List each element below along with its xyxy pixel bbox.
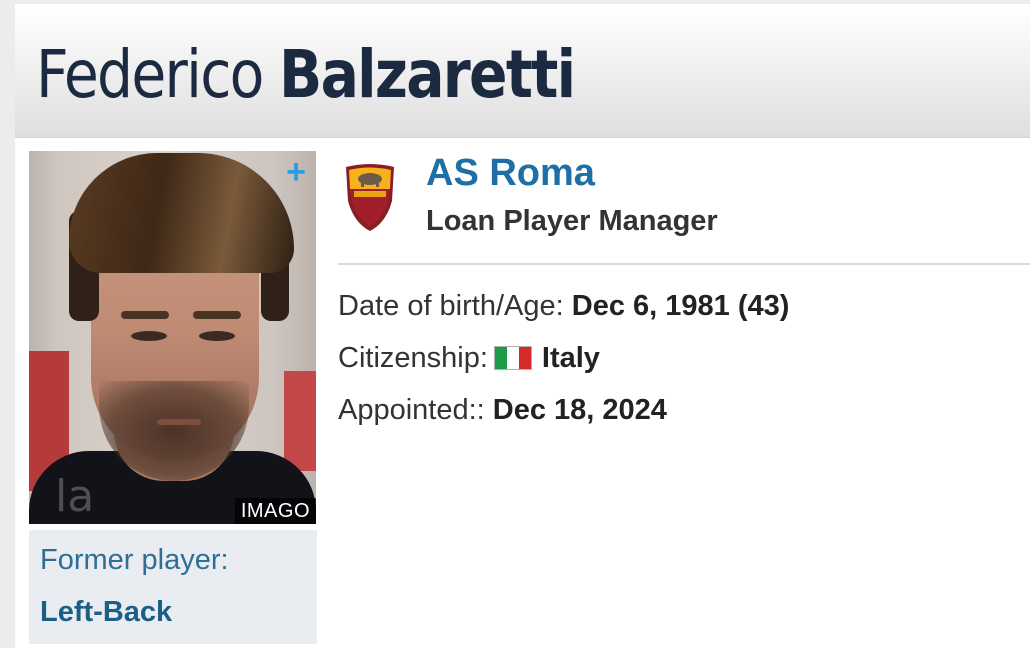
dob-row: Date of birth/Age: Dec 6, 1981 (43)	[338, 290, 789, 323]
citizenship-value: Italy	[541, 342, 600, 374]
citizenship-label: Citizenship:	[338, 342, 488, 374]
citizenship-row: Citizenship: Italy	[338, 342, 600, 375]
dob-value: Dec 6, 1981 (43)	[571, 290, 790, 322]
former-role-label: Former player:	[40, 544, 229, 576]
last-name: Balzaretti	[279, 36, 576, 113]
photo-background-right	[284, 371, 316, 471]
first-name: Federico	[36, 36, 264, 113]
appointed-value: Dec 18, 2024	[492, 394, 667, 426]
photo-brow-right	[193, 311, 241, 319]
profile-page: Federico Balzaretti la + IMAGO Former pl…	[0, 0, 1030, 648]
dob-label: Date of birth/Age:	[338, 290, 564, 322]
photo-credit: IMAGO	[234, 498, 316, 524]
photo-eye-right	[199, 331, 235, 341]
page-title: Federico Balzaretti	[36, 32, 576, 118]
appointed-label: Appointed::	[338, 394, 485, 426]
italy-flag-icon	[493, 346, 532, 370]
photo-watermark: la	[55, 471, 95, 522]
former-role-value[interactable]: Left-Back	[40, 596, 172, 629]
club-name-link[interactable]: AS Roma	[426, 152, 595, 195]
profile-header: Federico Balzaretti	[15, 4, 1030, 138]
plus-icon[interactable]: +	[281, 155, 311, 189]
photo-mouth	[157, 419, 201, 425]
profile-photo[interactable]: la + IMAGO	[29, 151, 316, 524]
appointed-row: Appointed:: Dec 18, 2024	[338, 394, 667, 427]
former-role-box: Former player: Left-Back	[29, 530, 317, 644]
photo-eye-left	[131, 331, 167, 341]
photo-hair	[69, 153, 294, 273]
divider	[338, 263, 1030, 265]
club-crest-icon[interactable]	[342, 161, 398, 233]
photo-brow-left	[121, 311, 169, 319]
club-role: Loan Player Manager	[426, 205, 718, 237]
